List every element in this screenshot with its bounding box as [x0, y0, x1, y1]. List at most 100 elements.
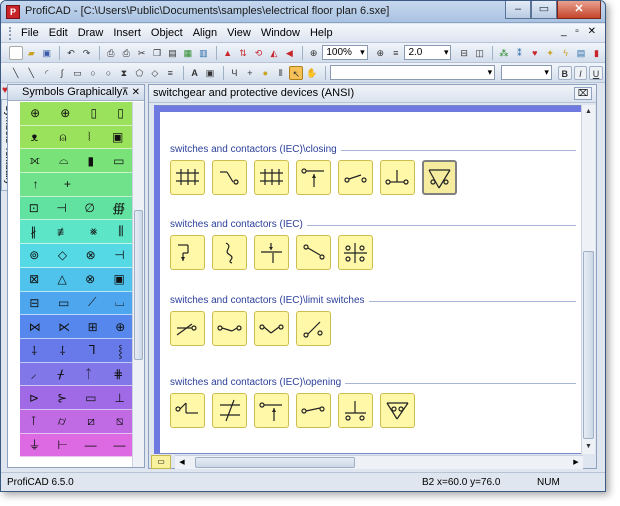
- font-size-select[interactable]: [501, 65, 552, 80]
- symbol-thumbnail-icon[interactable]: ⊗: [86, 248, 96, 262]
- symbol-thumbnail-icon[interactable]: ▣: [112, 130, 123, 144]
- symbol-thumbnail-icon[interactable]: ⋈: [29, 320, 41, 334]
- switch-symbol-button[interactable]: [380, 393, 415, 428]
- connect-icon[interactable]: ⁑: [513, 46, 526, 60]
- symbol-thumbnail-icon[interactable]: ▮: [88, 154, 95, 168]
- symbol-thumbnail-icon[interactable]: ⫼: [118, 224, 124, 239]
- polygon-tool-icon[interactable]: ⬠: [133, 66, 146, 80]
- symbol-thumbnail-icon[interactable]: ⍝: [59, 130, 66, 145]
- symbol-thumbnail-icon[interactable]: ↑: [33, 177, 39, 191]
- scroll-right-icon[interactable]: ▶: [569, 456, 583, 469]
- menu-file[interactable]: File: [16, 27, 44, 39]
- pin-icon[interactable]: ⊼ ✕: [122, 85, 140, 100]
- bezier-tool-icon[interactable]: ∫: [55, 66, 68, 80]
- menu-view[interactable]: View: [222, 27, 256, 39]
- menu-align[interactable]: Align: [188, 27, 222, 39]
- symbol-thumbnail-icon[interactable]: ⸝: [31, 365, 37, 382]
- symbol-category-row[interactable]: ⏚ ⊢ — —: [20, 433, 134, 458]
- symbol-thumbnail-icon[interactable]: ⊗: [85, 272, 95, 286]
- arc-tool-icon[interactable]: ◜: [40, 66, 53, 80]
- switch-symbol-button[interactable]: [170, 393, 205, 428]
- zoom-in-icon[interactable]: ⊕: [374, 46, 387, 60]
- symbol-thumbnail-icon[interactable]: ᚋ: [58, 367, 64, 381]
- network-icon[interactable]: ⁂: [497, 46, 510, 60]
- symbol-thumbnail-icon[interactable]: ⊕: [60, 106, 70, 120]
- symbol-category-row[interactable]: ⊺ ⌭ ⧄ ⧅: [20, 409, 134, 434]
- symbol-category-row[interactable]: ⊟ ▭ ⟋ ⌴: [20, 291, 134, 316]
- italic-icon[interactable]: I: [573, 65, 588, 80]
- title-bar[interactable]: P ProfiCAD - [C:\Users\Public\Documents\…: [1, 1, 605, 23]
- font-name-select[interactable]: [329, 65, 496, 80]
- switch-symbol-button[interactable]: [296, 160, 331, 195]
- heart-icon[interactable]: ♥: [528, 46, 541, 60]
- line-width-icon[interactable]: ≡: [389, 46, 402, 60]
- symbol-thumbnail-icon[interactable]: ▭: [85, 391, 96, 405]
- switch-symbol-button[interactable]: [212, 235, 247, 270]
- symbol-thumbnail-icon[interactable]: ◇: [58, 248, 67, 262]
- polyline-tool-icon[interactable]: ╲: [24, 66, 37, 80]
- document-title-bar[interactable]: switchgear and protective devices (ANSI)…: [149, 85, 596, 103]
- menu-window[interactable]: Window: [256, 27, 305, 39]
- symbol-thumbnail-icon[interactable]: ⸸: [60, 342, 66, 359]
- symbol-category-row[interactable]: ⊳ ⊱ ▭ ⊥: [20, 386, 134, 410]
- mdi-controls-icon[interactable]: _ ▫ ✕: [561, 26, 599, 37]
- component-icon[interactable]: ▲: [221, 46, 234, 60]
- doc-icon[interactable]: ▤: [574, 46, 587, 60]
- symbol-thumbnail-icon[interactable]: ≢: [57, 225, 69, 239]
- symbol-thumbnail-icon[interactable]: ⊞: [88, 320, 98, 334]
- symbol-thumbnail-icon[interactable]: ⊡: [29, 201, 39, 215]
- undo-icon[interactable]: ↶: [64, 46, 77, 60]
- menu-insert[interactable]: Insert: [108, 27, 146, 39]
- symbol-category-row[interactable]: ⸸ ⸸ ᒣ ⸾: [20, 338, 134, 363]
- sheet-tab-icon[interactable]: ▭: [151, 455, 171, 469]
- hourglass-tool-icon[interactable]: ⧗: [117, 66, 130, 80]
- drawing-canvas[interactable]: switches and contactors (IEC)\closing swi…: [154, 105, 584, 454]
- switch-symbol-button[interactable]: [338, 393, 373, 428]
- layout-icon[interactable]: ◫: [473, 46, 486, 60]
- chart-icon[interactable]: ▥: [197, 46, 210, 60]
- close-document-icon[interactable]: ⌧: [574, 87, 592, 100]
- scroll-up-icon[interactable]: ▲: [582, 105, 595, 119]
- symbol-category-row[interactable]: ⟗ ⌓ ▮ ▭: [20, 149, 134, 174]
- hatch-tool-icon[interactable]: ≡: [164, 66, 177, 80]
- new-file-icon[interactable]: [9, 45, 23, 60]
- select-tool-icon[interactable]: ↖: [289, 65, 304, 80]
- symbol-thumbnail-icon[interactable]: ⨳: [90, 224, 97, 239]
- image-tool-icon[interactable]: ▣: [203, 66, 216, 80]
- copy-icon[interactable]: ❐: [150, 46, 163, 60]
- circle-tool-icon[interactable]: ○: [102, 66, 115, 80]
- symbol-thumbnail-icon[interactable]: ∰: [112, 201, 125, 215]
- symbol-thumbnail-icon[interactable]: ⟗: [30, 153, 41, 168]
- symbol-thumbnail-icon[interactable]: ⊟: [29, 296, 39, 310]
- rectangle-tool-icon[interactable]: ▭: [71, 66, 84, 80]
- symbol-thumbnail-icon[interactable]: ᒣ: [88, 343, 95, 357]
- symbol-thumbnail-icon[interactable]: ∅: [84, 201, 94, 215]
- symbol-thumbnail-icon[interactable]: +: [64, 177, 71, 191]
- hand-tool-icon[interactable]: ✋: [305, 66, 318, 80]
- line-width-select[interactable]: 2.0: [404, 45, 452, 60]
- symbol-thumbnail-icon[interactable]: ⸾: [118, 342, 122, 359]
- symbol-thumbnail-icon[interactable]: ⏚: [28, 436, 40, 453]
- symbol-category-row[interactable]: ⋈ ⋉ ⊞ ⊕: [20, 315, 134, 339]
- symbol-thumbnail-icon[interactable]: ▭: [58, 296, 69, 310]
- close-icon[interactable]: ✕: [557, 1, 601, 19]
- switch-symbol-button[interactable]: [422, 160, 457, 195]
- symbol-thumbnail-icon[interactable]: ⧄: [87, 414, 95, 429]
- rotate-icon[interactable]: ⟲: [252, 46, 265, 60]
- switch-symbol-button[interactable]: [170, 235, 205, 270]
- symbol-thumbnail-icon[interactable]: ⌓: [59, 153, 69, 168]
- switch-symbol-button[interactable]: [380, 160, 415, 195]
- bus-tool-icon[interactable]: ⫴: [274, 66, 287, 80]
- symbol-thumbnail-icon[interactable]: ᴥ: [31, 130, 38, 144]
- grid-icon[interactable]: ⊟: [457, 46, 470, 60]
- switch-symbol-button[interactable]: [254, 311, 289, 346]
- line-tool-icon[interactable]: ╲: [9, 66, 22, 80]
- text-tool-icon[interactable]: A: [188, 66, 201, 80]
- symbol-thumbnail-icon[interactable]: ⌴: [115, 295, 125, 310]
- scroll-down-icon[interactable]: ▼: [582, 440, 595, 454]
- symbols-scroll-thumb[interactable]: [134, 210, 143, 360]
- flip-icon[interactable]: ⇅: [236, 46, 249, 60]
- underline-icon[interactable]: U: [589, 65, 603, 80]
- symbol-thumbnail-icon[interactable]: ⊠: [29, 272, 39, 286]
- symbol-thumbnail-icon[interactable]: ⋉: [58, 320, 70, 334]
